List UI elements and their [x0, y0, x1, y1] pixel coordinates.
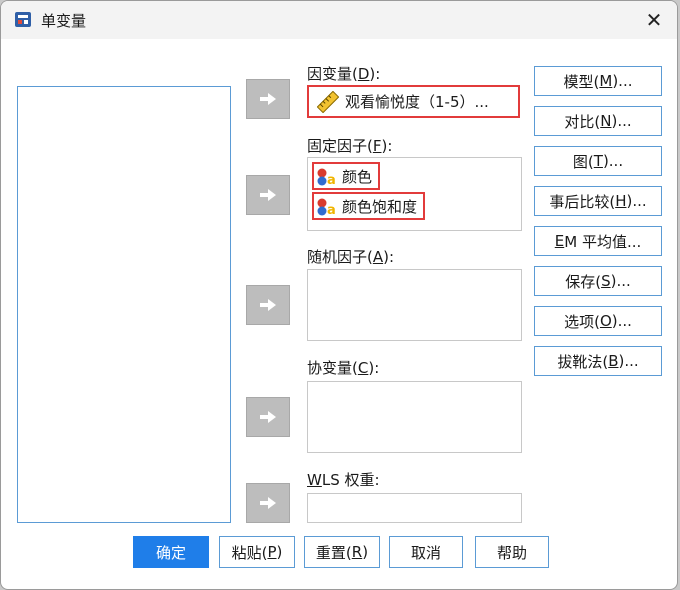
wls-weight-label: WLS 权重:	[307, 471, 380, 489]
post-hoc-button[interactable]: 事后比较(H)...	[534, 186, 662, 216]
paste-button[interactable]: 粘贴(P)	[219, 536, 295, 568]
right-arrow-icon	[260, 299, 276, 311]
right-arrow-icon	[260, 411, 276, 423]
close-icon: ✕	[645, 8, 663, 32]
source-variable-list[interactable]	[17, 86, 231, 523]
move-to-fixed-factor-button[interactable]	[246, 175, 290, 215]
reset-button[interactable]: 重置(R)	[304, 536, 380, 568]
title-bar: 单变量 ✕	[1, 1, 677, 39]
save-button[interactable]: 保存(S)...	[534, 266, 662, 296]
scale-ruler-icon	[317, 90, 339, 113]
cancel-button[interactable]: 取消	[389, 536, 463, 568]
em-means-button[interactable]: EM 平均值...	[534, 226, 662, 256]
random-factor-label: 随机因子(A):	[307, 248, 395, 266]
random-factor-list[interactable]	[307, 269, 522, 341]
nominal-variable-icon: a	[317, 198, 336, 216]
fixed-factor-item[interactable]: a 颜色	[312, 162, 381, 190]
covariate-list[interactable]	[307, 381, 522, 453]
covariate-label: 协变量(C):	[307, 359, 380, 377]
svg-text:a: a	[327, 203, 336, 216]
help-button[interactable]: 帮助	[475, 536, 549, 568]
move-to-wls-weight-button[interactable]	[246, 483, 290, 523]
move-to-covariate-button[interactable]	[246, 397, 290, 437]
dependent-variable-field[interactable]: 观看愉悦度（1-5）...	[307, 85, 520, 118]
fixed-factor-label: 固定因子(F):	[307, 137, 393, 155]
bootstrap-button[interactable]: 拔靴法(B)...	[534, 346, 662, 376]
dependent-variable-value: 观看愉悦度（1-5）...	[345, 93, 489, 111]
app-icon	[15, 12, 31, 27]
univariate-dialog: 单变量 ✕ 因变量(D): 观看愉悦度（1-5）... 固定因子(F): a 颜…	[0, 0, 678, 590]
right-arrow-icon	[260, 497, 276, 509]
wls-weight-field[interactable]	[307, 493, 522, 523]
right-arrow-icon	[260, 93, 276, 105]
window-title: 单变量	[41, 12, 87, 30]
plots-button[interactable]: 图(T)...	[534, 146, 662, 176]
ok-button[interactable]: 确定	[133, 536, 209, 568]
close-button[interactable]: ✕	[631, 1, 677, 39]
fixed-factor-list[interactable]: a 颜色 a 颜色饱和度	[307, 157, 522, 231]
contrasts-button[interactable]: 对比(N)...	[534, 106, 662, 136]
options-button[interactable]: 选项(O)...	[534, 306, 662, 336]
right-arrow-icon	[260, 189, 276, 201]
move-to-dependent-button[interactable]	[246, 79, 290, 119]
dependent-variable-label: 因变量(D):	[307, 65, 381, 83]
fixed-factor-item[interactable]: a 颜色饱和度	[312, 192, 426, 220]
nominal-variable-icon: a	[317, 168, 336, 186]
svg-text:a: a	[327, 173, 336, 186]
move-to-random-factor-button[interactable]	[246, 285, 290, 325]
model-button[interactable]: 模型(M)...	[534, 66, 662, 96]
